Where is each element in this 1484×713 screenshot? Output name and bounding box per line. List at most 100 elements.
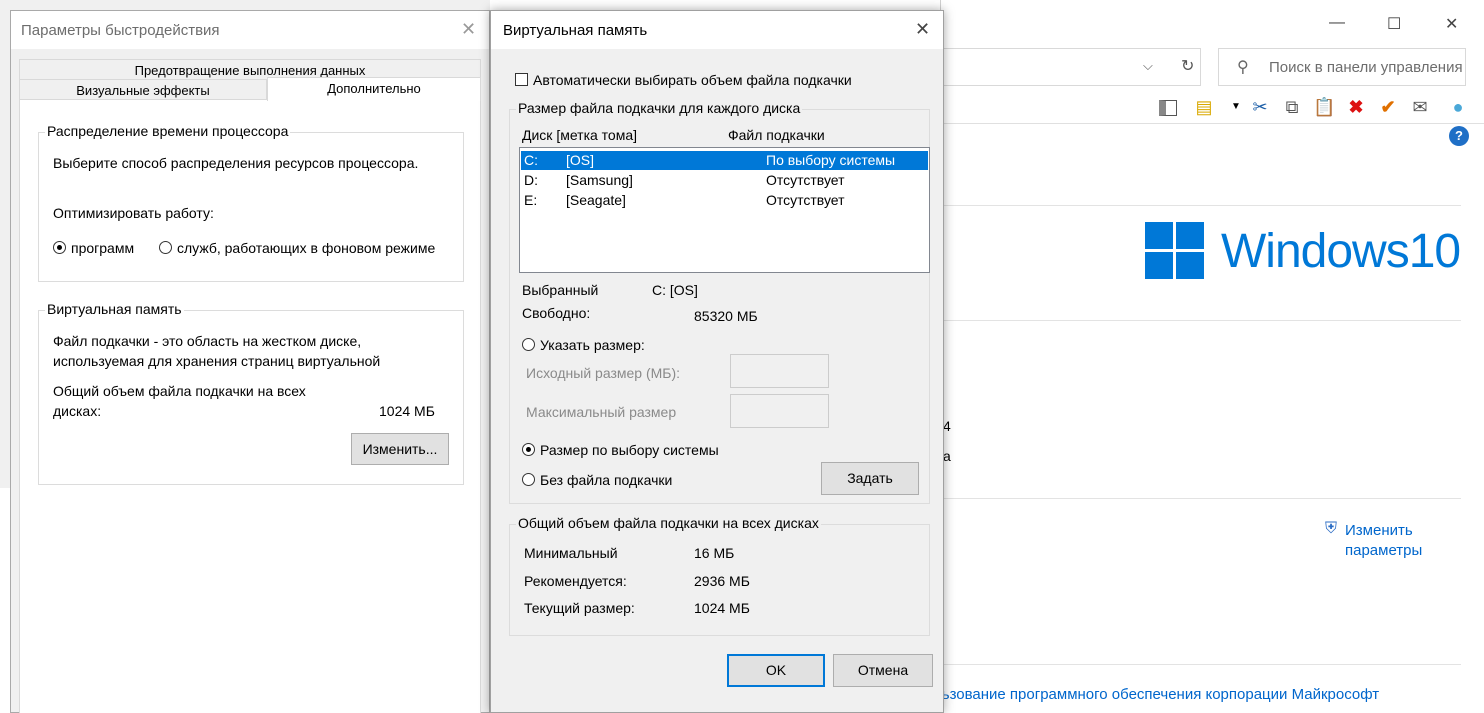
total-value: 1024 МБ: [379, 403, 435, 419]
search-icon: ⚲: [1237, 59, 1249, 76]
address-bar[interactable]: ⌵ ↻: [941, 48, 1201, 86]
radio-label: служб, работающих в фоновом режиме: [177, 240, 436, 256]
radio-system-managed[interactable]: Размер по выбору системы: [522, 442, 719, 458]
selected-drive-label: Выбранный: [522, 282, 599, 298]
chevron-down-icon[interactable]: ⌵: [1143, 58, 1153, 74]
tab-visual-effects[interactable]: Визуальные эффекты: [19, 79, 267, 101]
dropdown-icon[interactable]: ▼: [1225, 96, 1247, 118]
divider: [941, 320, 1461, 321]
layout-icon[interactable]: [1157, 96, 1179, 118]
radio-icon[interactable]: [522, 473, 535, 486]
minimum-label: Минимальный: [524, 545, 618, 561]
drive-pagefile: Отсутствует: [766, 192, 845, 208]
maximize-icon[interactable]: ☐: [1387, 14, 1401, 34]
windows-brand-text: Windows10: [1221, 225, 1461, 278]
partial-text: 4: [943, 418, 951, 434]
cancel-button[interactable]: Отмена: [833, 654, 933, 687]
current-size-value: 1024 МБ: [694, 600, 750, 616]
partial-text: а: [943, 448, 951, 464]
close-icon[interactable]: ✕: [915, 19, 930, 40]
close-icon[interactable]: ✕: [461, 19, 476, 40]
radio-label: Размер по выбору системы: [540, 442, 719, 458]
initial-size-field[interactable]: [730, 354, 829, 388]
drive-letter: E:: [524, 192, 538, 208]
vm-description: Файл подкачки - это область на жестком д…: [53, 333, 362, 349]
tab-panel-advanced: Распределение времени процессора Выберит…: [19, 99, 481, 713]
cpu-description: Выберите способ распределения ресурсов п…: [53, 155, 419, 171]
control-panel-window: — ☐ ✕ ⌵ ↻ ⚲ Поиск в панели управления ▤ …: [933, 0, 1484, 713]
radio-background-services[interactable]: служб, работающих в фоновом режиме: [159, 240, 435, 256]
divider: [941, 664, 1461, 665]
recommended-value: 2936 МБ: [694, 573, 750, 589]
set-button[interactable]: Задать: [821, 462, 919, 495]
virtual-memory-dialog: Виртуальная память ✕ Автоматически выбир…: [490, 10, 944, 713]
checkbox-icon[interactable]: [515, 73, 528, 86]
total-label: дисках:: [53, 403, 102, 419]
recommended-label: Рекомендуется:: [524, 573, 627, 589]
title-bar: Параметры быстродействия ✕: [11, 11, 489, 49]
checkbox-label: Автоматически выбирать объем файла подка…: [533, 72, 852, 88]
initial-size-label: Исходный размер (МБ):: [526, 365, 681, 381]
help-icon[interactable]: ?: [1449, 126, 1469, 146]
group-title: Размер файла подкачки для каждого диска: [516, 100, 803, 116]
current-size-label: Текущий размер:: [524, 600, 635, 616]
change-button[interactable]: Изменить...: [351, 433, 449, 465]
radio-programs[interactable]: программ: [53, 240, 134, 256]
list-item-drive-e[interactable]: E: [Seagate] Отсутствует: [521, 191, 928, 210]
refresh-icon[interactable]: ↻: [1181, 56, 1194, 76]
max-size-field[interactable]: [730, 394, 829, 428]
divider: [941, 205, 1461, 206]
check-icon[interactable]: ✔: [1377, 96, 1399, 118]
total-label: Общий объем файла подкачки на всех: [53, 383, 306, 399]
copy-icon[interactable]: ⧉: [1281, 96, 1303, 118]
drive-pagefile: По выбору системы: [766, 152, 896, 168]
radio-icon[interactable]: [159, 241, 172, 254]
change-settings-link[interactable]: Изменить: [1345, 522, 1413, 539]
list-item-drive-d[interactable]: D: [Samsung] Отсутствует: [521, 171, 928, 190]
toolbar: ▤ ▼ ✂ ⧉ 📋 ✖ ✔ ✉ ●: [941, 92, 1484, 124]
radio-label: программ: [71, 240, 135, 256]
auto-manage-checkbox[interactable]: Автоматически выбирать объем файла подка…: [515, 72, 852, 88]
paste-icon[interactable]: 📋: [1313, 96, 1335, 118]
max-size-label: Максимальный размер: [526, 404, 677, 420]
performance-options-dialog: Параметры быстродействия ✕ Предотвращени…: [10, 10, 490, 713]
drive-letter: D:: [524, 172, 538, 188]
radio-custom-size[interactable]: Указать размер:: [522, 337, 645, 353]
drive-list[interactable]: C: [OS] По выбору системы D: [Samsung] О…: [519, 147, 930, 273]
group-title: Виртуальная память: [45, 301, 184, 317]
virtual-memory-group: Виртуальная память Файл подкачки - это о…: [38, 301, 464, 485]
radio-selected-icon[interactable]: [53, 241, 66, 254]
drive-letter: C:: [524, 152, 538, 168]
globe-icon[interactable]: ●: [1447, 96, 1469, 118]
shield-icon: ⛨: [1325, 520, 1338, 537]
divider: [941, 498, 1461, 499]
license-link[interactable]: льзование программного обеспечения корпо…: [933, 686, 1379, 703]
free-space-value: 85320 МБ: [694, 308, 758, 324]
free-space-label: Свободно:: [522, 305, 591, 321]
vm-description: используемая для хранения страниц виртуа…: [53, 353, 381, 369]
radio-icon[interactable]: [522, 338, 535, 351]
windows-flag-icon: [1145, 222, 1205, 280]
list-item-drive-c[interactable]: C: [OS] По выбору системы: [521, 151, 928, 170]
note-icon[interactable]: ▤: [1193, 96, 1215, 118]
tab-advanced[interactable]: Дополнительно: [267, 77, 481, 101]
cpu-scheduling-group: Распределение времени процессора Выберит…: [38, 123, 464, 282]
cut-icon[interactable]: ✂: [1249, 96, 1271, 118]
change-settings-link[interactable]: параметры: [1345, 542, 1422, 559]
radio-selected-icon[interactable]: [522, 443, 535, 456]
dialog-title: Параметры быстродействия: [21, 22, 220, 39]
group-title: Распределение времени процессора: [45, 123, 291, 139]
selected-drive-value: C: [OS]: [652, 282, 698, 298]
search-placeholder: Поиск в панели управления: [1269, 59, 1463, 76]
column-header-drive: Диск [метка тома]: [522, 127, 638, 143]
total-pagefile-group: Общий объем файла подкачки на всех диска…: [509, 515, 930, 636]
search-input[interactable]: ⚲ Поиск в панели управления: [1218, 48, 1466, 86]
radio-no-pagefile[interactable]: Без файла подкачки: [522, 472, 672, 488]
delete-icon[interactable]: ✖: [1345, 96, 1367, 118]
ok-button[interactable]: OK: [727, 654, 825, 687]
drive-label: [OS]: [566, 152, 595, 168]
dialog-title: Виртуальная память: [503, 22, 648, 39]
mail-icon[interactable]: ✉: [1409, 96, 1431, 118]
close-icon[interactable]: ✕: [1445, 14, 1458, 34]
minimize-icon[interactable]: —: [1329, 14, 1345, 32]
